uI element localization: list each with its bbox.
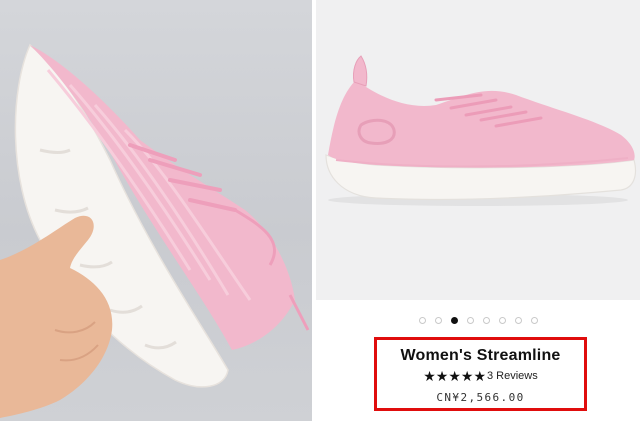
carousel-dot[interactable] — [482, 316, 490, 324]
product-image[interactable] — [316, 0, 640, 300]
half-star-icon: ★ — [473, 368, 486, 384]
carousel-dot[interactable] — [418, 316, 426, 324]
product-price: CN¥2,566.00 — [436, 391, 525, 404]
product-shoe-illustration — [325, 55, 637, 206]
rating-row[interactable]: ★★★★ ★ 3 Reviews — [377, 368, 584, 384]
carousel-dot[interactable] — [466, 316, 474, 324]
star-rating-icon: ★★★★ — [423, 368, 474, 384]
carousel-dot[interactable] — [498, 316, 506, 324]
carousel-dot[interactable] — [434, 316, 442, 324]
product-title[interactable]: Women's Streamline — [377, 347, 584, 365]
carousel-dot[interactable] — [530, 316, 538, 324]
carousel-dot-active[interactable] — [450, 316, 458, 324]
hand-held-shoe-illustration — [0, 43, 310, 418]
reviews-count-link[interactable]: 3 Reviews — [487, 368, 538, 384]
hand-held-shoe-photo — [0, 0, 312, 421]
carousel-dots — [316, 313, 640, 327]
carousel-dot[interactable] — [514, 316, 522, 324]
product-info-highlight: Women's Streamline ★★★★ ★ 3 Reviews CN¥2… — [374, 337, 587, 411]
